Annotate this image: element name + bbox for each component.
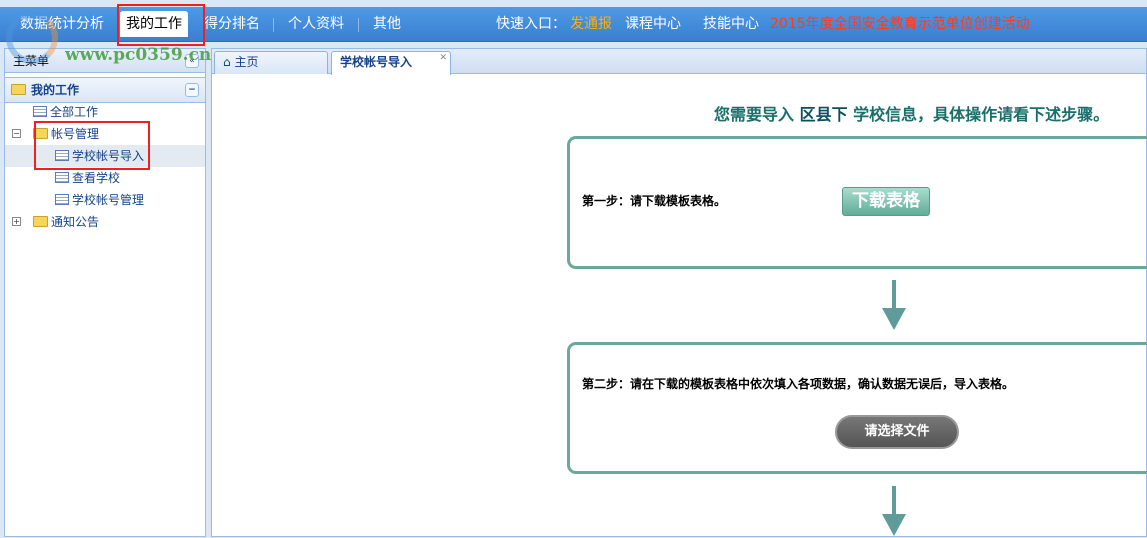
- nav-divider: [358, 18, 359, 32]
- collapse-minus-icon[interactable]: −: [185, 83, 199, 97]
- step1-text: 第一步：请下载模板表格。: [582, 194, 727, 208]
- choose-file-button[interactable]: 请选择文件: [835, 415, 959, 449]
- tab-school-account-import[interactable]: 学校帐号导入 ✕: [331, 51, 451, 75]
- tree-label: 全部工作: [50, 105, 99, 119]
- doc-icon: [55, 150, 69, 161]
- quick-link-course-center[interactable]: 课程中心: [625, 7, 681, 42]
- sidebar: 主菜单 « 我的工作 − 全部工作 − 帐号管理 学校帐号导入 查看学校 学校帐…: [4, 48, 206, 537]
- doc-icon: [33, 106, 47, 117]
- doc-icon: [55, 194, 69, 205]
- main-panel: ⌂ 主页 学校帐号导入 ✕ 您需要导入 区县下 学校信息，具体操作请看下述步骤。 …: [211, 48, 1147, 537]
- top-nav: 数据统计分析 我的工作 得分排名 个人资料 其他 快速入口： 发通报 课程中心 …: [0, 7, 1147, 42]
- collapse-minus-icon[interactable]: −: [12, 129, 21, 138]
- step2-box: 第二步：请在下载的模板表格中依次填入各项数据，确认数据无误后，导入表格。 请选择…: [567, 342, 1147, 474]
- sidebar-header: 主菜单 «: [5, 49, 205, 73]
- tab-strip: ⌂ 主页 学校帐号导入 ✕: [212, 49, 1146, 75]
- nav-score-ranking[interactable]: 得分排名: [204, 7, 260, 42]
- group-my-work[interactable]: 我的工作 −: [5, 77, 205, 103]
- quick-entry-label: 快速入口：: [496, 16, 566, 32]
- tree-item-account-management[interactable]: 帐号管理: [33, 123, 99, 145]
- tree-label: 帐号管理: [51, 127, 100, 141]
- nav-other[interactable]: 其他: [373, 7, 401, 42]
- tree-item-school-account-import[interactable]: 学校帐号导入: [55, 145, 144, 167]
- tree-item-school-account-management[interactable]: 学校帐号管理: [55, 189, 144, 211]
- work-group-icon: [11, 84, 26, 95]
- group-title: 我的工作: [31, 83, 80, 97]
- quick-link-campaign[interactable]: 2015年度全国安全教育示范单位创建活动: [770, 7, 1030, 42]
- home-icon: ⌂: [223, 55, 231, 69]
- expand-plus-icon[interactable]: +: [12, 217, 21, 226]
- tree-label: 通知公告: [51, 215, 100, 229]
- nav-profile[interactable]: 个人资料: [288, 7, 344, 42]
- tree-label: 学校帐号导入: [72, 149, 145, 163]
- arrow-down-icon: [882, 486, 906, 538]
- quick-link-notice[interactable]: 发通报: [570, 7, 612, 42]
- tree-item-notices[interactable]: 通知公告: [33, 211, 99, 233]
- nav-my-work[interactable]: 我的工作: [120, 11, 188, 37]
- tab-home[interactable]: ⌂ 主页: [214, 51, 328, 74]
- tree-label: 学校帐号管理: [72, 193, 145, 207]
- tree-item-view-schools[interactable]: 查看学校: [55, 167, 120, 189]
- tree-label: 查看学校: [72, 171, 121, 185]
- folder-open-icon: [33, 128, 48, 139]
- sidebar-title: 主菜单: [13, 54, 50, 68]
- tree-item-all-work[interactable]: 全部工作: [33, 101, 98, 123]
- double-chevron-left-icon[interactable]: «: [185, 54, 199, 68]
- quick-link-skill-center[interactable]: 技能中心: [703, 7, 759, 42]
- doc-icon: [55, 172, 69, 183]
- nav-data-stats[interactable]: 数据统计分析: [20, 7, 104, 42]
- tab-label: 主页: [234, 55, 259, 69]
- tab-label: 学校帐号导入: [340, 55, 413, 69]
- page-title: 您需要导入 区县下 学校信息，具体操作请看下述步骤。: [714, 105, 1110, 124]
- arrow-down-icon: [882, 280, 906, 330]
- folder-icon: [33, 216, 48, 227]
- nav-divider: [273, 18, 274, 32]
- close-icon[interactable]: ✕: [439, 52, 447, 64]
- step2-text: 第二步：请在下载的模板表格中依次填入各项数据，确认数据无误后，导入表格。: [582, 377, 1015, 391]
- step1-box: 第一步：请下载模板表格。 下载表格: [567, 136, 1147, 269]
- download-template-button[interactable]: 下载表格: [842, 187, 930, 216]
